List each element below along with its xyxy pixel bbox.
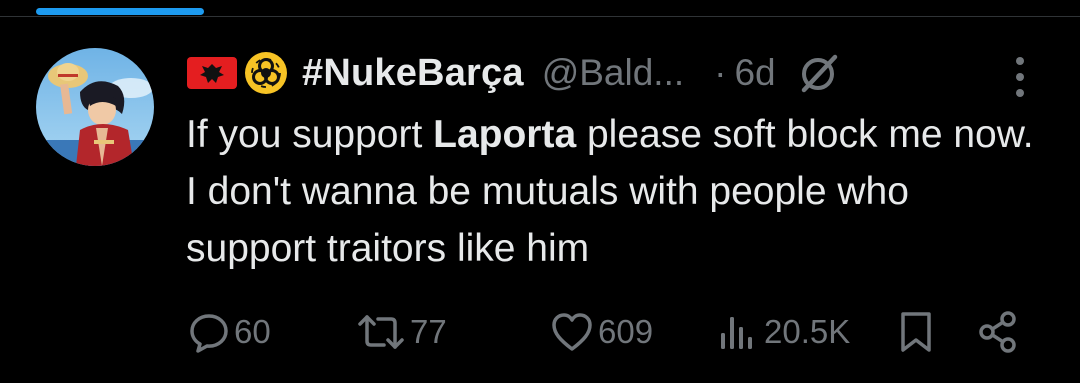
action-bar: 60 77 609 20.5K	[188, 308, 1028, 356]
heart-icon	[550, 311, 594, 353]
display-name[interactable]: #NukeBarça	[302, 52, 524, 95]
tweet-header: #NukeBarça @Bald... · 6d	[186, 47, 840, 99]
bookmark-icon	[898, 309, 934, 355]
like-count: 609	[598, 313, 654, 350]
grok-icon[interactable]	[798, 52, 840, 94]
more-vertical-icon[interactable]	[1010, 54, 1030, 100]
reply-button[interactable]: 60	[188, 308, 271, 356]
albania-flag-icon	[186, 56, 238, 90]
tweet-text-start: If you support	[186, 113, 434, 156]
reply-icon	[188, 311, 230, 353]
tab-indicator	[36, 8, 204, 15]
share-icon	[976, 310, 1020, 354]
reply-count: 60	[234, 313, 271, 350]
tweet-screen: #NukeBarça @Bald... · 6d If you support …	[0, 0, 1080, 383]
handle[interactable]: @Bald...	[542, 52, 684, 94]
timestamp[interactable]: 6d	[734, 52, 775, 94]
tweet-text: If you support Laporta please soft block…	[186, 106, 1046, 277]
views-button[interactable]: 20.5K	[716, 308, 850, 356]
repost-icon	[356, 311, 406, 353]
share-button[interactable]	[976, 308, 1020, 356]
divider	[0, 16, 1080, 17]
separator-dot: ·	[714, 52, 727, 93]
biohazard-icon	[244, 51, 288, 95]
view-count: 20.5K	[764, 313, 851, 350]
repost-count: 77	[410, 313, 447, 350]
avatar[interactable]	[36, 48, 154, 166]
views-icon	[716, 311, 760, 353]
mention-laporta: Laporta	[433, 113, 577, 156]
repost-button[interactable]: 77	[356, 308, 447, 356]
bookmark-button[interactable]	[898, 308, 934, 356]
like-button[interactable]: 609	[550, 308, 653, 356]
